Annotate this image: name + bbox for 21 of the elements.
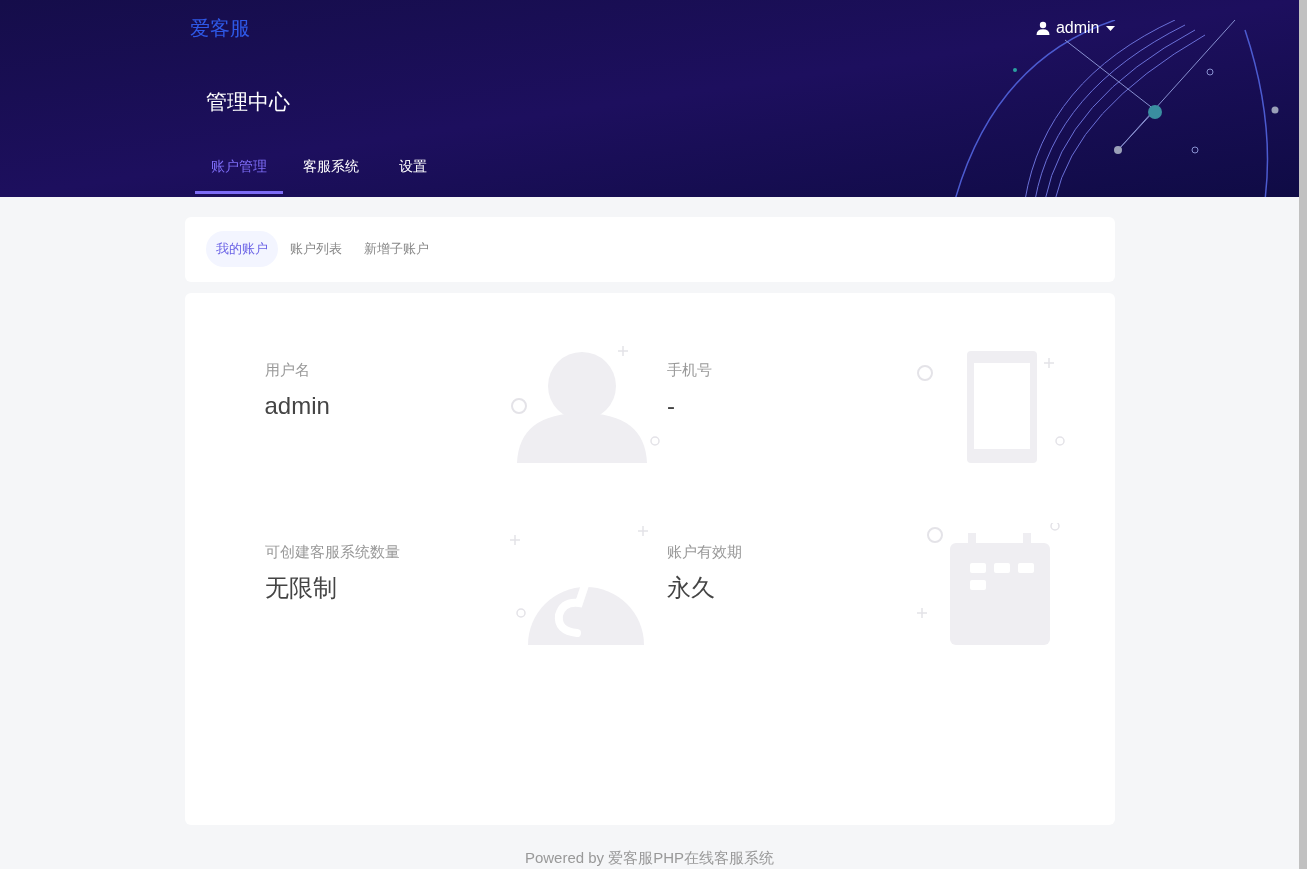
nav-tab[interactable]: 账户管理	[194, 155, 283, 194]
field-value: 无限制	[264, 572, 338, 603]
field-label: 手机号	[667, 360, 712, 381]
sub-tab[interactable]: 新增子账户	[353, 231, 439, 267]
field-value: 永久	[667, 572, 716, 603]
nav-tab[interactable]: 客服系统	[282, 155, 379, 194]
caret-icon	[1105, 25, 1115, 31]
field-label: 用户名	[264, 360, 311, 381]
page-title: 管理中心	[205, 89, 291, 115]
footer-text: Powered by 爱客服PHP在线客服系统	[523, 847, 776, 868]
sub-tab[interactable]: 账户列表	[279, 231, 352, 267]
scrollbar[interactable]	[1299, 0, 1307, 869]
user-icon	[1035, 21, 1050, 35]
field-label: 可创建客服系统数量	[264, 542, 400, 563]
sub-tab[interactable]: 我的账户	[205, 231, 278, 267]
user-menu-button[interactable]: admin	[1035, 16, 1115, 40]
logo[interactable]: 爱客服	[189, 13, 250, 43]
field-label: 账户有效期	[667, 542, 742, 563]
field-value: -	[667, 390, 676, 421]
nav-tab[interactable]: 设置	[378, 155, 447, 194]
field-value: admin	[264, 390, 330, 421]
